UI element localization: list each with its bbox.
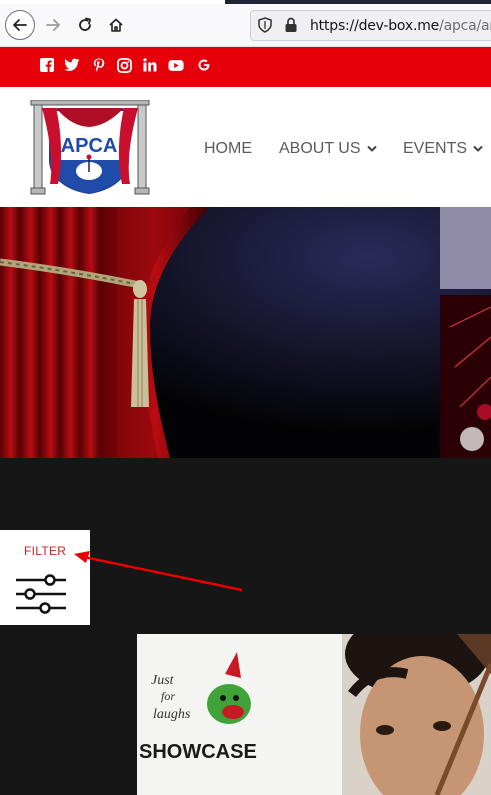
site-header: APCA HOME ABOUT US EVENTS <box>0 87 491 205</box>
filter-label: FILTER <box>24 544 67 558</box>
google-icon[interactable] <box>196 57 212 73</box>
instagram-icon[interactable] <box>116 57 132 73</box>
social-bar <box>0 47 491 87</box>
chevron-down-icon <box>473 145 483 152</box>
artist-card[interactable]: Just for laughs SHOWCASE <box>137 634 491 795</box>
card-line-4: SHOWCASE <box>139 741 257 763</box>
home-browser-button[interactable] <box>101 10 131 40</box>
url-host: https://dev-box.me <box>310 18 440 34</box>
nav-about-us[interactable]: ABOUT US <box>279 140 377 158</box>
back-arrow-icon <box>13 19 27 31</box>
sliders-icon <box>16 574 66 614</box>
nav-events[interactable]: EVENTS <box>403 140 483 158</box>
nav-home[interactable]: HOME <box>204 140 252 158</box>
hero-banner <box>0 207 491 458</box>
pinterest-icon[interactable] <box>91 57 107 73</box>
filter-button[interactable]: FILTER <box>0 530 90 625</box>
twitter-icon[interactable] <box>64 57 80 73</box>
browser-toolbar: https://dev-box.me/apca/artis <box>0 4 491 47</box>
hero-curtain-image <box>0 207 491 458</box>
youtube-icon[interactable] <box>168 57 184 73</box>
nav-events-label: EVENTS <box>403 140 468 157</box>
card-line-3: laughs <box>153 707 191 722</box>
apca-logo[interactable]: APCA <box>28 99 152 195</box>
chevron-down-icon <box>366 145 377 152</box>
card-line-2: for <box>161 689 175 703</box>
logo-text: APCA <box>61 135 118 157</box>
artist-card-image: Just for laughs SHOWCASE <box>137 634 491 795</box>
address-bar[interactable]: https://dev-box.me/apca/artis <box>250 10 491 41</box>
back-button[interactable] <box>5 10 35 40</box>
nav-about-label: ABOUT US <box>279 140 361 157</box>
linkedin-icon[interactable] <box>142 57 158 73</box>
reload-icon <box>79 17 91 31</box>
lock-icon[interactable] <box>284 17 298 33</box>
forward-arrow-icon <box>46 19 60 31</box>
url-text: https://dev-box.me/apca/artis <box>310 18 491 34</box>
facebook-icon[interactable] <box>39 57 55 73</box>
shield-icon[interactable] <box>258 17 272 33</box>
url-path: /apca/artis <box>439 18 491 34</box>
home-icon <box>109 18 123 32</box>
nav-home-label: HOME <box>204 140 252 157</box>
forward-button[interactable] <box>38 10 68 40</box>
card-line-1: Just <box>151 673 175 688</box>
reload-button[interactable] <box>70 10 100 40</box>
